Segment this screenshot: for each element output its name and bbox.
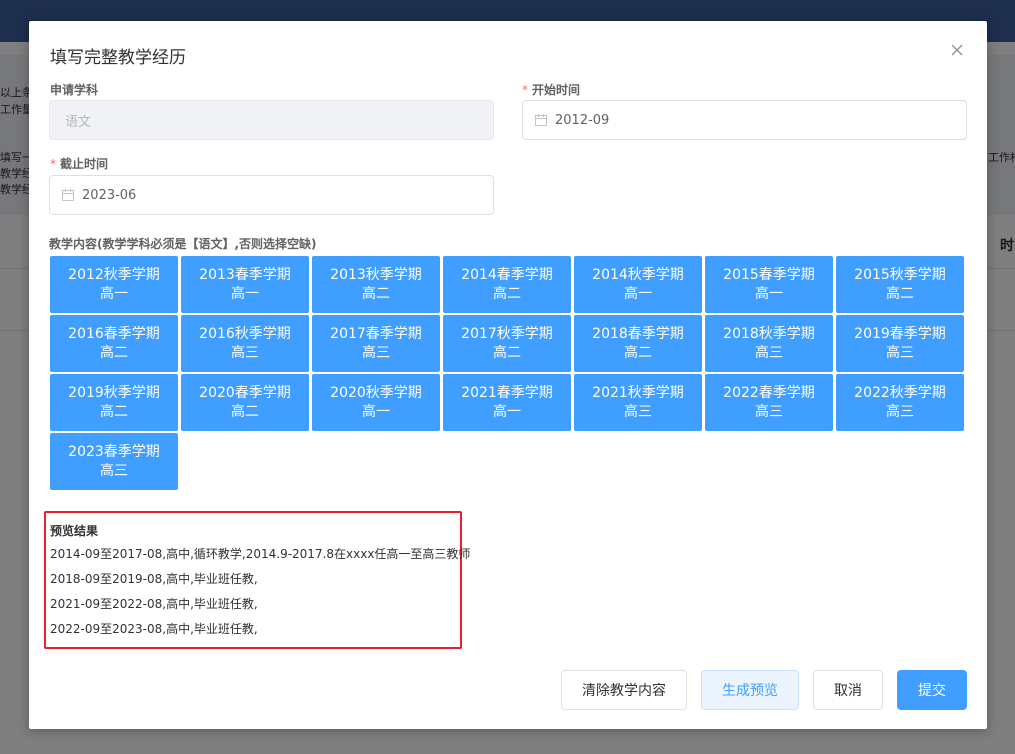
term-grade: 高三 bbox=[886, 344, 914, 361]
subject-label: 申请学科 bbox=[50, 83, 99, 97]
term-label: 2013秋季学期 bbox=[330, 266, 422, 283]
start-time-value: 2012-09 bbox=[555, 112, 610, 128]
term-grade: 高二 bbox=[100, 344, 128, 361]
submit-button[interactable]: 提交 bbox=[897, 670, 967, 710]
term-grade: 高二 bbox=[100, 403, 128, 420]
term-button[interactable]: 2021秋季学期 高三 bbox=[573, 373, 703, 432]
term-label: 2023春季学期 bbox=[68, 443, 160, 460]
term-button[interactable]: 2018秋季学期 高三 bbox=[704, 314, 834, 373]
term-label: 2016春季学期 bbox=[68, 325, 160, 342]
term-grade: 高一 bbox=[624, 285, 652, 302]
term-grade: 高三 bbox=[755, 403, 783, 420]
term-button[interactable]: 2022春季学期 高三 bbox=[704, 373, 834, 432]
end-time-picker[interactable]: 2023-06 bbox=[49, 175, 494, 215]
term-grade: 高一 bbox=[100, 285, 128, 302]
close-icon[interactable] bbox=[947, 40, 967, 60]
term-button[interactable]: 2017秋季学期 高二 bbox=[442, 314, 572, 373]
term-grade: 高二 bbox=[493, 344, 521, 361]
term-label: 2016秋季学期 bbox=[199, 325, 291, 342]
end-time-label: * 截止时间 bbox=[50, 157, 109, 171]
term-button[interactable]: 2021春季学期 高一 bbox=[442, 373, 572, 432]
generate-preview-button[interactable]: 生成预览 bbox=[701, 670, 799, 710]
term-label: 2020秋季学期 bbox=[330, 384, 422, 401]
term-grade: 高一 bbox=[231, 285, 259, 302]
term-grade: 高二 bbox=[231, 403, 259, 420]
term-grade: 高一 bbox=[755, 285, 783, 302]
term-button[interactable]: 2020秋季学期 高一 bbox=[311, 373, 441, 432]
teaching-content-label: 教学内容(教学学科必须是【语文】,否则选择空缺) bbox=[49, 237, 317, 251]
term-button[interactable]: 2016秋季学期 高三 bbox=[180, 314, 310, 373]
term-label: 2020春季学期 bbox=[199, 384, 291, 401]
start-time-picker[interactable]: 2012-09 bbox=[522, 100, 967, 140]
term-button[interactable]: 2019春季学期 高三 bbox=[835, 314, 965, 373]
term-label: 2019秋季学期 bbox=[68, 384, 160, 401]
term-grade: 高三 bbox=[624, 403, 652, 420]
term-label: 2019春季学期 bbox=[854, 325, 946, 342]
term-grade: 高二 bbox=[493, 285, 521, 302]
term-button[interactable]: 2023春季学期 高三 bbox=[49, 432, 179, 491]
term-button[interactable]: 2016春季学期 高二 bbox=[49, 314, 179, 373]
subject-value: 语文 bbox=[65, 114, 92, 130]
term-label: 2022秋季学期 bbox=[854, 384, 946, 401]
term-label: 2021春季学期 bbox=[461, 384, 553, 401]
term-label: 2021秋季学期 bbox=[592, 384, 684, 401]
required-mark: * bbox=[522, 83, 528, 97]
term-button[interactable]: 2018春季学期 高二 bbox=[573, 314, 703, 373]
term-label: 2015春季学期 bbox=[723, 266, 815, 283]
term-label: 2017秋季学期 bbox=[461, 325, 553, 342]
term-button[interactable]: 2014秋季学期 高一 bbox=[573, 255, 703, 314]
term-button[interactable]: 2014春季学期 高二 bbox=[442, 255, 572, 314]
term-button[interactable]: 2013秋季学期 高二 bbox=[311, 255, 441, 314]
term-grade: 高一 bbox=[493, 403, 521, 420]
term-grade: 高三 bbox=[755, 344, 783, 361]
term-grade: 高二 bbox=[886, 285, 914, 302]
term-label: 2014秋季学期 bbox=[592, 266, 684, 283]
term-label: 2022春季学期 bbox=[723, 384, 815, 401]
term-grade: 高三 bbox=[100, 462, 128, 479]
preview-line: 2018-09至2019-08,高中,毕业班任教, bbox=[50, 572, 258, 586]
preview-line: 2014-09至2017-08,高中,循环教学,2014.9-2017.8在xx… bbox=[50, 547, 471, 561]
term-button[interactable]: 2015秋季学期 高二 bbox=[835, 255, 965, 314]
term-label: 2018秋季学期 bbox=[723, 325, 815, 342]
start-time-label: * 开始时间 bbox=[522, 83, 581, 97]
teaching-experience-dialog: 填写完整教学经历 申请学科 语文 * 开始时间 2012-09 * 截止时间 202… bbox=[29, 21, 987, 729]
clear-teaching-content-button[interactable]: 清除教学内容 bbox=[561, 670, 687, 710]
term-grade: 高三 bbox=[362, 344, 390, 361]
term-grade: 高三 bbox=[886, 403, 914, 420]
subject-input: 语文 bbox=[49, 100, 494, 140]
preview-line: 2021-09至2022-08,高中,毕业班任教, bbox=[50, 597, 258, 611]
term-label: 2012秋季学期 bbox=[68, 266, 160, 283]
term-button[interactable]: 2022秋季学期 高三 bbox=[835, 373, 965, 432]
term-grade: 高二 bbox=[624, 344, 652, 361]
term-label: 2013春季学期 bbox=[199, 266, 291, 283]
term-label: 2014春季学期 bbox=[461, 266, 553, 283]
preview-title: 预览结果 bbox=[50, 524, 99, 538]
term-button[interactable]: 2015春季学期 高一 bbox=[704, 255, 834, 314]
term-button[interactable]: 2017春季学期 高三 bbox=[311, 314, 441, 373]
term-grade: 高三 bbox=[231, 344, 259, 361]
term-grade: 高二 bbox=[362, 285, 390, 302]
dialog-title: 填写完整教学经历 bbox=[50, 48, 186, 68]
term-grade: 高一 bbox=[362, 403, 390, 420]
term-button[interactable]: 2020春季学期 高二 bbox=[180, 373, 310, 432]
term-label: 2018春季学期 bbox=[592, 325, 684, 342]
calendar-icon bbox=[535, 114, 547, 126]
end-time-value: 2023-06 bbox=[82, 187, 137, 203]
cancel-button[interactable]: 取消 bbox=[813, 670, 883, 710]
calendar-icon bbox=[62, 189, 74, 201]
term-label: 2017春季学期 bbox=[330, 325, 422, 342]
term-button[interactable]: 2013春季学期 高一 bbox=[180, 255, 310, 314]
term-button[interactable]: 2019秋季学期 高二 bbox=[49, 373, 179, 432]
preview-line: 2022-09至2023-08,高中,毕业班任教, bbox=[50, 622, 258, 636]
preview-result-box: 预览结果 2014-09至2017-08,高中,循环教学,2014.9-2017… bbox=[44, 511, 470, 649]
term-button[interactable]: 2012秋季学期 高一 bbox=[49, 255, 179, 314]
term-label: 2015秋季学期 bbox=[854, 266, 946, 283]
required-mark: * bbox=[50, 157, 56, 171]
